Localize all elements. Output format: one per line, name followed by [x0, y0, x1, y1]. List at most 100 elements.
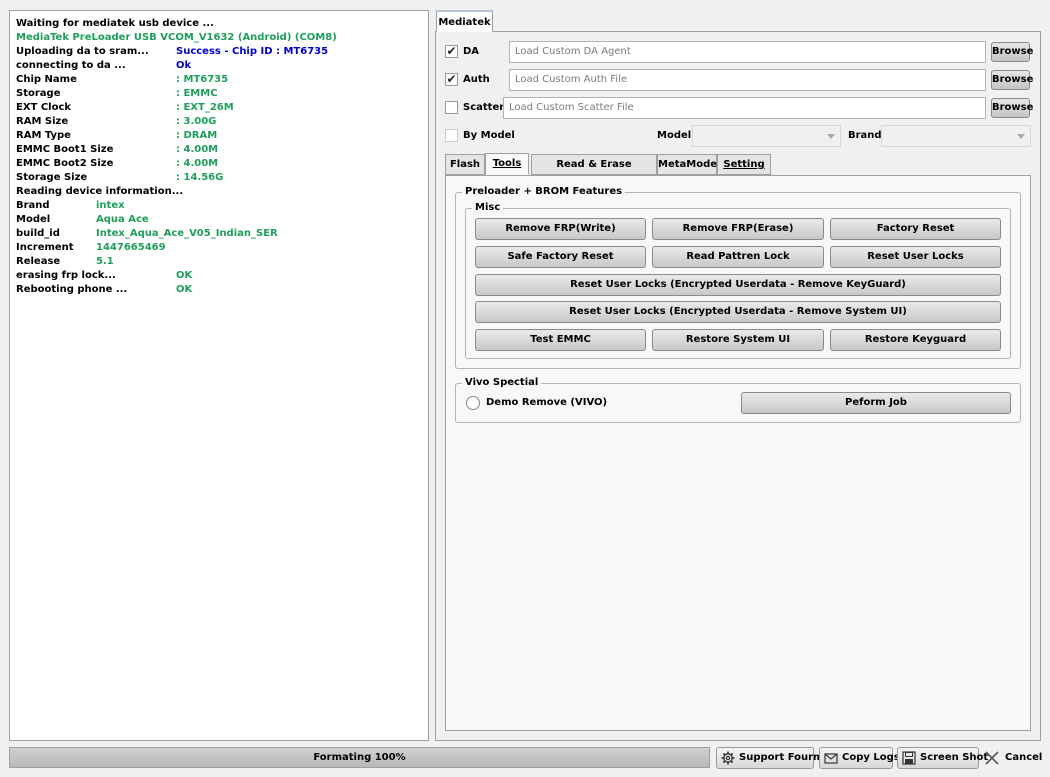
copy-logs-label: Copy Logs	[842, 752, 900, 763]
log-key: Waiting for mediatek usb device ...	[16, 18, 214, 29]
log-value: 5.1	[96, 256, 114, 267]
log-line: Chip Name: MT6735	[16, 73, 428, 87]
safe-factory-reset-button[interactable]: Safe Factory Reset	[475, 246, 646, 268]
tab-read-erase[interactable]: Read & Erase Operation	[531, 154, 657, 190]
tab-tools[interactable]: Tools	[485, 153, 529, 175]
chevron-down-icon	[1017, 134, 1025, 139]
scatter-file-input[interactable]: Load Custom Scatter File	[503, 97, 986, 119]
da-browse-button[interactable]: Browse	[991, 42, 1033, 62]
log-line: MediaTek PreLoader USB VCOM_V1632 (Andro…	[16, 31, 428, 45]
log-value: intex	[96, 200, 125, 211]
log-line: erasing frp lock... OK	[16, 269, 428, 283]
log-panel[interactable]: Waiting for mediatek usb device ... Media…	[9, 10, 429, 741]
log-key: Storage Size	[16, 172, 88, 183]
factory-reset-button[interactable]: Factory Reset	[830, 218, 1001, 240]
restore-system-ui-button[interactable]: Restore System UI	[652, 329, 824, 351]
log-value: OK	[176, 284, 193, 295]
log-line: EMMC Boot1 Size : 4.00M	[16, 143, 428, 157]
restore-keyguard-button[interactable]: Restore Keyguard	[830, 329, 1001, 351]
log-line: Rebooting phone ... OK	[16, 283, 428, 297]
tab-setting[interactable]: Setting	[717, 154, 771, 175]
log-value: : EXT_26M	[176, 102, 234, 113]
log-line: Waiting for mediatek usb device ...	[16, 17, 428, 31]
log-line: Storage : EMMC	[16, 87, 428, 101]
scatter-browse-button[interactable]: Browse	[991, 98, 1033, 118]
log-line: Reading device information...	[16, 185, 428, 199]
log-line: Brand intex	[16, 199, 428, 213]
log-value: : 4.00M	[176, 158, 219, 169]
log-line: EXT Clock: EXT_26M	[16, 101, 428, 115]
read-pattern-lock-button[interactable]: Read Pattren Lock	[652, 246, 824, 268]
copy-logs-button[interactable]: Copy Logs	[819, 747, 900, 769]
log-key: RAM Size	[16, 116, 69, 127]
log-value: 1447665469	[96, 242, 166, 253]
log-value: Ok	[176, 60, 192, 71]
tab-flash[interactable]: Flash	[445, 154, 485, 175]
scatter-checkbox[interactable]	[445, 101, 458, 114]
envelope-icon	[824, 753, 838, 764]
log-key: EMMC Boot1 Size	[16, 144, 114, 155]
log-line: Storage Size : 14.56G	[16, 171, 428, 185]
log-line: RAM Type : DRAM	[16, 129, 428, 143]
da-label: DA	[463, 46, 480, 57]
brand-select[interactable]	[881, 125, 1031, 147]
demo-remove-radio[interactable]	[466, 396, 480, 410]
remove-frp-write-button[interactable]: Remove FRP(Write)	[475, 218, 646, 240]
log-line: build_id Intex_Aqua_Ace_V05_Indian_SER	[16, 227, 428, 241]
scatter-label: Scatter	[463, 102, 505, 113]
screenshot-button[interactable]: Screen Shot	[897, 747, 988, 769]
log-value: : DRAM	[176, 130, 218, 141]
model-select[interactable]	[692, 125, 841, 147]
da-agent-input[interactable]: Load Custom DA Agent	[509, 41, 986, 63]
auth-checkbox[interactable]: ✔	[445, 73, 458, 86]
chevron-down-icon	[827, 134, 835, 139]
auth-browse-button[interactable]: Browse	[991, 70, 1033, 90]
log-key: Reading device information...	[16, 186, 184, 197]
reset-user-locks-button[interactable]: Reset User Locks	[830, 246, 1001, 268]
demo-remove-label: Demo Remove (VIVO)	[486, 397, 608, 408]
log-value: : 14.56G	[176, 172, 224, 183]
tab-tools-label: Tools	[492, 158, 522, 169]
auth-file-input[interactable]: Load Custom Auth File	[509, 69, 986, 91]
log-key: Rebooting phone ...	[16, 284, 128, 295]
remove-frp-erase-button[interactable]: Remove FRP(Erase)	[652, 218, 824, 240]
log-key: Model	[16, 214, 51, 225]
perform-job-button[interactable]: Peform Job	[741, 392, 1011, 414]
log-key: Storage	[16, 88, 61, 99]
log-value: : EMMC	[176, 88, 218, 99]
support-forum-button[interactable]: Support Fourm	[716, 747, 823, 769]
reset-user-locks-keyguard-button[interactable]: Reset User Locks (Encrypted Userdata - R…	[475, 274, 1001, 296]
auth-label: Auth	[463, 74, 490, 85]
misc-group-title: Misc	[472, 202, 504, 214]
tab-metamode[interactable]: MetaMode	[657, 154, 717, 175]
log-line: Model Aqua Ace	[16, 213, 428, 227]
log-value: : 4.00M	[176, 144, 219, 155]
log-line: Uploading da to sram... Success - Chip ID…	[16, 45, 428, 59]
log-value: Aqua Ace	[96, 214, 149, 225]
log-line: connecting to da ... Ok	[16, 59, 428, 73]
log-line: RAM Size: 3.00G	[16, 115, 428, 129]
preloader-group-title: Preloader + BROM Features	[462, 186, 626, 198]
cancel-button[interactable]: Cancel	[985, 747, 1042, 769]
tab-mediatek[interactable]: Mediatek	[436, 10, 493, 32]
da-checkbox[interactable]: ✔	[445, 45, 458, 58]
log-key: Release	[16, 256, 61, 267]
log-key: connecting to da ...	[16, 60, 126, 71]
log-value: Intex_Aqua_Ace_V05_Indian_SER	[96, 228, 278, 239]
log-key: EMMC Boot2 Size	[16, 158, 114, 169]
by-model-label: By Model	[463, 130, 515, 141]
brand-label: Brand	[848, 130, 882, 141]
log-key: RAM Type	[16, 130, 71, 141]
by-model-checkbox[interactable]	[445, 129, 458, 142]
test-emmc-button[interactable]: Test EMMC	[475, 329, 646, 351]
log-key: Increment	[16, 242, 74, 253]
progress-text: Formating 100%	[313, 752, 406, 763]
log-key: Chip Name	[16, 74, 77, 85]
log-key: Brand	[16, 200, 50, 211]
log-key: Uploading da to sram...	[16, 46, 149, 57]
model-label: Model	[657, 130, 692, 141]
gear-icon	[721, 751, 735, 765]
support-forum-label: Support Fourm	[739, 752, 824, 763]
reset-user-locks-system-ui-button[interactable]: Reset User Locks (Encrypted Userdata - R…	[475, 301, 1001, 323]
log-key: MediaTek PreLoader USB VCOM_V1632 (Andro…	[16, 32, 337, 43]
